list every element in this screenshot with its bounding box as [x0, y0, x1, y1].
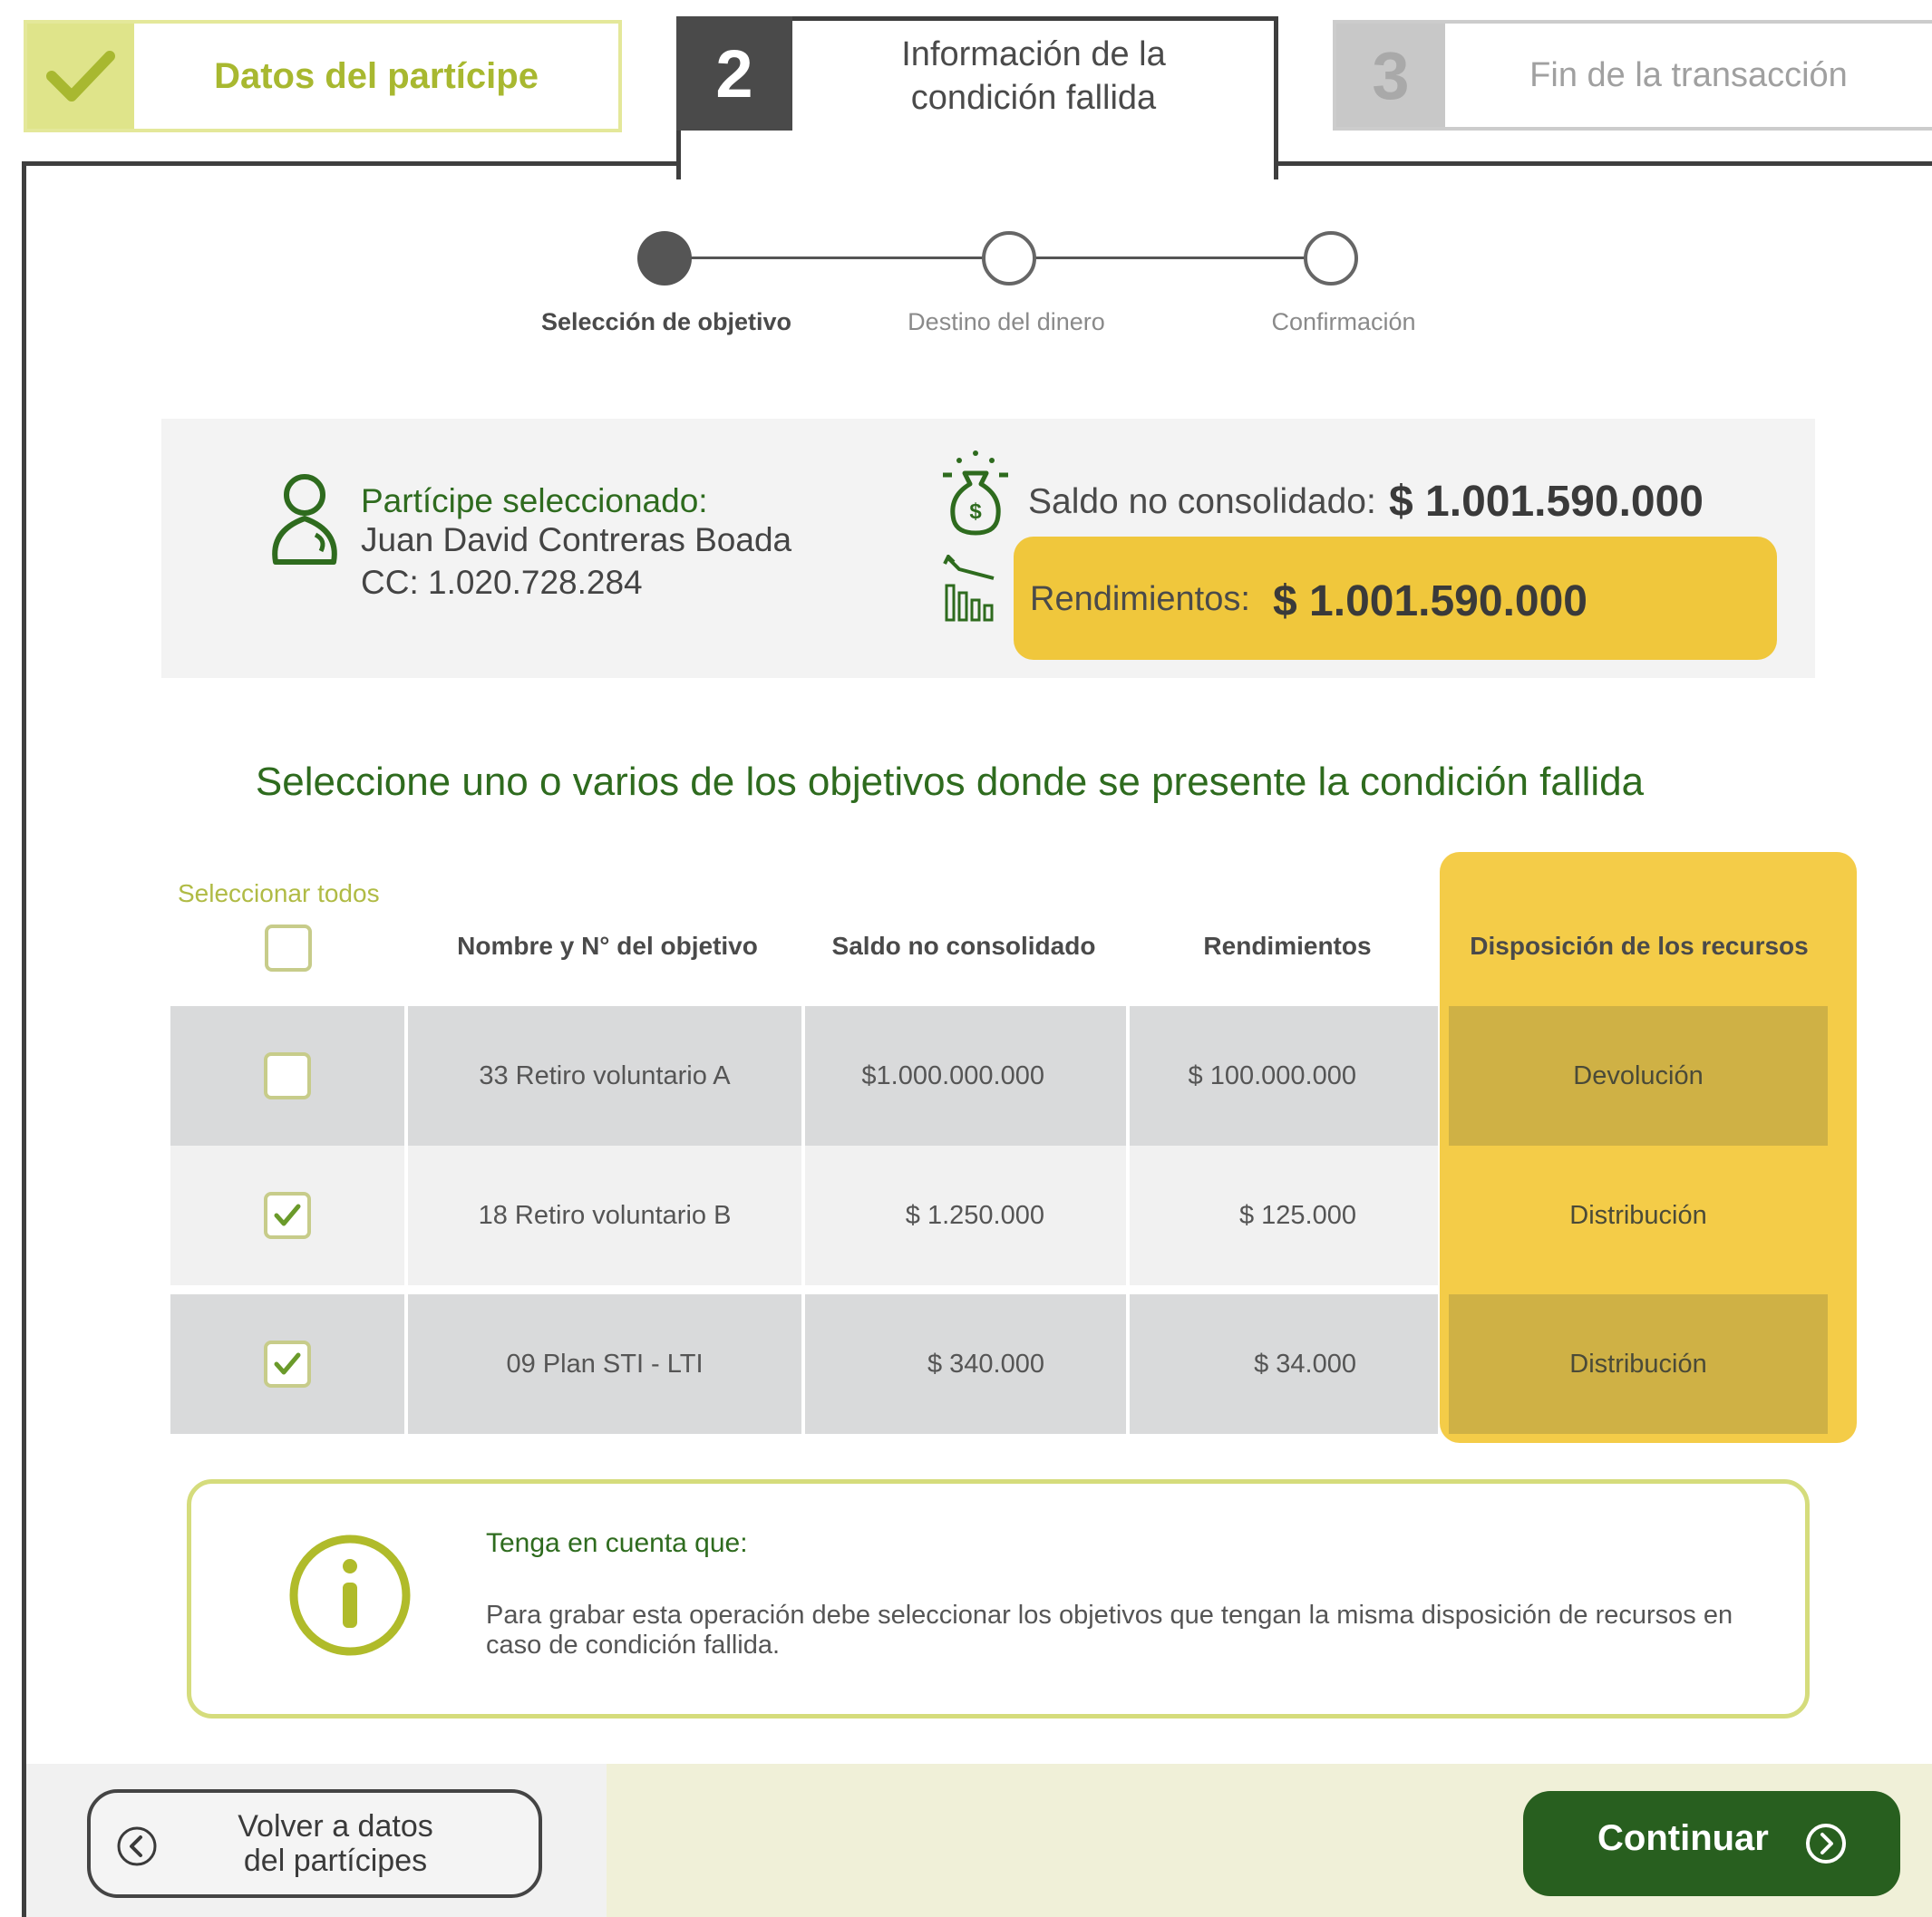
substep-label-destino: Destino del dinero [908, 308, 1105, 335]
panel-border [22, 161, 26, 1917]
column-header-disposicion: Disposición de los recursos [1470, 932, 1809, 960]
substep-label-seleccion: Selección de objetivo [540, 308, 792, 335]
step-tab-datos-participe[interactable]: Datos del partícipe [24, 20, 622, 132]
substep-dot-active [637, 231, 692, 286]
chevron-right-circle-icon [1806, 1824, 1846, 1864]
step-number: 3 [1336, 24, 1445, 127]
rendimientos-value: $ 1.001.590.000 [1273, 577, 1587, 625]
saldo-label: Saldo no consolidado: [1028, 482, 1376, 521]
row-checkbox[interactable] [264, 1052, 311, 1099]
continue-button[interactable]: Continuar [1523, 1791, 1900, 1896]
row-checkbox[interactable] [264, 1341, 311, 1388]
note-title: Tenga en cuenta que: [486, 1528, 748, 1558]
rendimientos-cell: $ 125.000 [1130, 1146, 1438, 1285]
participant-id: CC: 1.020.728.284 [361, 564, 643, 601]
row-checkbox[interactable] [264, 1192, 311, 1239]
person-icon [272, 474, 337, 565]
panel-border [22, 161, 680, 166]
checkmark-icon [274, 1352, 301, 1375]
table-row[interactable]: 09 Plan STI - LTI $ 340.000 $ 34.000 Dis… [170, 1294, 1828, 1434]
disposicion-cell: Distribución [1569, 1200, 1707, 1230]
checkbox-cell [170, 1294, 404, 1434]
column-header-nombre: Nombre y N° del objetivo [457, 932, 758, 960]
panel-border [1275, 161, 1932, 166]
back-button[interactable]: Volver a datos del partícipes [87, 1789, 542, 1898]
objetivo-name: 33 Retiro voluntario A [408, 1006, 801, 1146]
select-all-label: Seleccionar todos [178, 879, 380, 907]
substep-dot [982, 231, 1036, 286]
step-number: 2 [676, 16, 792, 131]
rendimientos-cell: $ 100.000.000 [1130, 1006, 1438, 1146]
checkmark-icon [274, 1204, 301, 1226]
rendimientos-cell: $ 34.000 [1130, 1294, 1438, 1434]
note-text: Para grabar esta operación debe seleccio… [486, 1601, 1733, 1660]
saldo-value: $ 1.001.590.000 [1389, 478, 1704, 526]
check-icon [27, 24, 134, 129]
disposicion-cell: Devolución [1449, 1006, 1828, 1146]
select-all-checkbox[interactable] [265, 925, 312, 972]
substep-dot [1304, 231, 1358, 286]
svg-text:$: $ [969, 499, 982, 524]
column-header-saldo: Saldo no consolidado [831, 932, 1096, 960]
column-header-rendimientos: Rendimientos [1203, 932, 1372, 960]
step-tab-fin-transaccion[interactable]: 3 Fin de la transacción [1333, 20, 1932, 131]
participant-name: Juan David Contreras Boada [361, 521, 792, 558]
page-heading-text: Seleccione uno o varios de los objetivos… [255, 760, 1645, 804]
step-label-line1: Información de la [901, 35, 1166, 73]
yield-chart-icon [943, 555, 995, 622]
substep-label-confirmacion: Confirmación [1271, 308, 1416, 335]
info-icon [289, 1535, 411, 1656]
info-note [187, 1479, 1810, 1719]
checkbox-cell [170, 1006, 404, 1146]
chevron-left-circle-icon [117, 1826, 157, 1866]
continue-button-label: Continuar [1597, 1818, 1769, 1858]
back-label-line2: del partícipes [243, 1844, 428, 1878]
money-bag-icon: $ [943, 450, 1008, 536]
saldo-cell: $1.000.000.000 [805, 1006, 1126, 1146]
table-row[interactable]: 33 Retiro voluntario A $1.000.000.000 $ … [170, 1006, 1828, 1146]
disposicion-cell: Distribución [1449, 1294, 1828, 1434]
objetivo-name: 09 Plan STI - LTI [408, 1294, 801, 1434]
objetivo-name: 18 Retiro voluntario B [408, 1146, 801, 1285]
rendimientos-label: Rendimientos: [1030, 580, 1250, 618]
back-button-label: Volver a datos del partícipes [181, 1809, 490, 1878]
participant-title: Partícipe seleccionado: [361, 482, 708, 519]
saldo-cell: $ 1.250.000 [805, 1146, 1126, 1285]
step-label-line2: condición fallida [910, 79, 1157, 117]
step-label: Datos del partícipe [214, 55, 539, 96]
saldo-cell: $ 340.000 [805, 1294, 1126, 1434]
table-row[interactable]: 18 Retiro voluntario B $ 1.250.000 $ 125… [170, 1146, 1828, 1285]
checkbox-cell [170, 1146, 404, 1285]
step-label: Fin de la transacción [1529, 55, 1848, 94]
step-label: Información de la condición fallida [792, 22, 1275, 131]
back-label-line1: Volver a datos [238, 1809, 433, 1844]
page-heading: Seleccione uno o varios de los objetivos… [0, 760, 1932, 805]
